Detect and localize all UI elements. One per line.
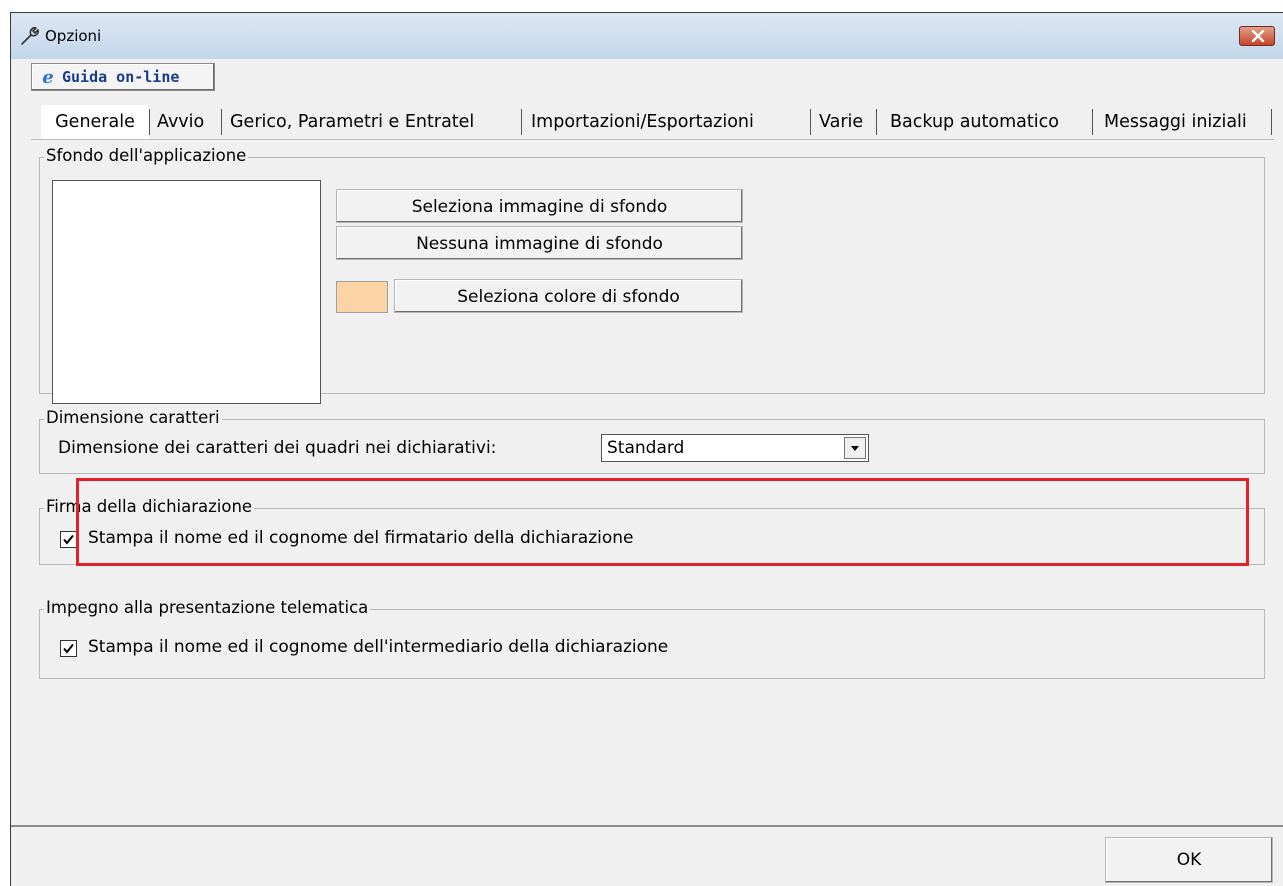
tab-separator [221, 109, 222, 135]
title-bar[interactable]: Opzioni [11, 13, 1283, 59]
footer-divider [11, 825, 1283, 827]
telematic-checkbox[interactable] [60, 640, 77, 657]
tab-separator [1271, 109, 1272, 135]
chevron-down-icon[interactable] [844, 437, 866, 459]
signature-group-title: Firma della dichiarazione [44, 497, 255, 516]
tab-gerico[interactable]: Gerico, Parametri e Entratel [230, 105, 474, 139]
telematic-group: Impegno alla presentazione telematica St… [39, 598, 1265, 679]
tab-separator [1092, 109, 1093, 135]
tab-separator [149, 109, 150, 135]
signature-checkbox-label[interactable]: Stampa il nome ed il cognome del firmata… [88, 528, 633, 548]
telematic-checkbox-label[interactable]: Stampa il nome ed il cognome dell'interm… [88, 637, 668, 657]
font-size-select[interactable]: Standard [601, 434, 869, 462]
telematic-group-title: Impegno alla presentazione telematica [44, 598, 371, 617]
tab-backup[interactable]: Backup automatico [890, 105, 1059, 139]
ok-button[interactable]: OK [1105, 837, 1273, 883]
checkmark-icon [63, 534, 74, 545]
background-preview [52, 180, 321, 404]
options-window: Opzioni e Guida on-line Generale Avvio G… [10, 12, 1283, 886]
checkmark-icon [63, 643, 74, 654]
background-group-title: Sfondo dell'applicazione [44, 146, 249, 165]
internet-explorer-icon: e [42, 67, 53, 87]
online-help-button[interactable]: e Guida on-line [31, 63, 215, 91]
font-size-group: Dimensione caratteri Dimensione dei cara… [39, 408, 1265, 474]
close-button[interactable] [1239, 26, 1275, 46]
svg-text:e: e [42, 67, 53, 87]
tab-separator [876, 109, 877, 135]
tab-avvio[interactable]: Avvio [157, 105, 204, 139]
tab-panel-generale: Sfondo dell'applicazione Seleziona immag… [31, 139, 1274, 835]
tab-generale[interactable]: Generale [41, 105, 149, 139]
background-group: Sfondo dell'applicazione Seleziona immag… [39, 146, 1265, 404]
select-background-image-button[interactable]: Seleziona immagine di sfondo [336, 189, 743, 223]
no-background-image-button[interactable]: Nessuna immagine di sfondo [336, 226, 743, 260]
tab-strip: Generale Avvio Gerico, Parametri e Entra… [41, 105, 1276, 139]
font-size-group-title: Dimensione caratteri [44, 408, 222, 427]
tab-varie[interactable]: Varie [819, 105, 863, 139]
online-help-label: Guida on-line [62, 68, 180, 86]
window-title: Opzioni [45, 27, 102, 45]
wrench-icon [21, 27, 39, 45]
tab-messaggi[interactable]: Messaggi iniziali [1104, 105, 1247, 139]
background-color-swatch[interactable] [336, 281, 388, 313]
font-size-selected: Standard [607, 438, 685, 458]
tab-separator [810, 109, 811, 135]
signature-checkbox[interactable] [60, 531, 77, 548]
tab-separator [521, 109, 522, 135]
signature-group: Firma della dichiarazione Stampa il nome… [39, 497, 1265, 565]
font-size-label: Dimensione dei caratteri dei quadri nei … [58, 438, 497, 458]
close-icon [1251, 30, 1265, 42]
select-background-color-button[interactable]: Seleziona colore di sfondo [394, 279, 743, 313]
tab-importazioni[interactable]: Importazioni/Esportazioni [531, 105, 754, 139]
